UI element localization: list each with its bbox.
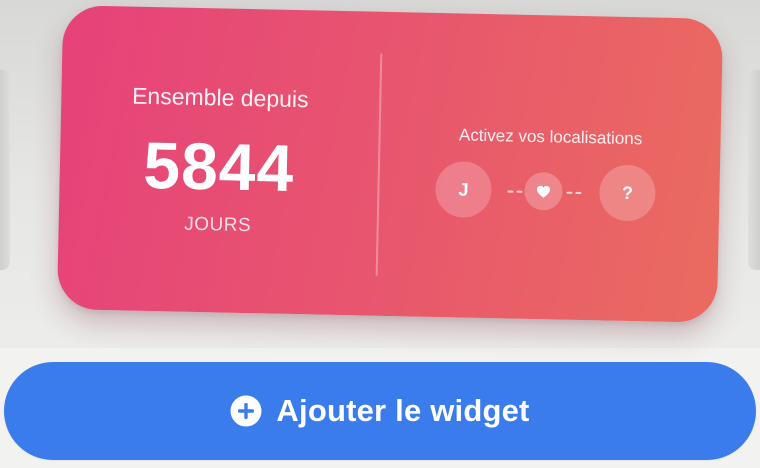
since-label: Ensemble depuis — [131, 82, 309, 113]
partner-avatar-right: ? — [598, 164, 657, 222]
partner-initial-right: ? — [621, 182, 634, 203]
dash — [575, 191, 582, 195]
partner-avatar-left: J — [434, 160, 493, 219]
location-panel: Activez vos localisations J ? — [377, 12, 723, 323]
plus-circle-icon — [230, 395, 262, 427]
adjacent-widget-left-edge — [0, 70, 10, 270]
dash — [516, 190, 523, 193]
add-widget-button[interactable]: Ajouter le widget — [4, 362, 756, 460]
heart-badge — [524, 171, 563, 211]
couple-widget-preview[interactable]: Ensemble depuis 5844 JOURS Activez vos l… — [56, 5, 724, 323]
days-together-panel: Ensemble depuis 5844 JOURS — [57, 5, 381, 316]
days-count: 5844 — [142, 127, 296, 205]
add-widget-label: Ajouter le widget — [276, 393, 530, 428]
days-unit-label: JOURS — [184, 213, 252, 237]
dash — [507, 190, 514, 193]
partner-initial-left: J — [458, 178, 469, 200]
heart-icon — [537, 185, 550, 198]
adjacent-widget-right-edge — [748, 70, 760, 270]
dash — [566, 191, 573, 194]
location-prompt: Activez vos localisations — [458, 125, 643, 149]
